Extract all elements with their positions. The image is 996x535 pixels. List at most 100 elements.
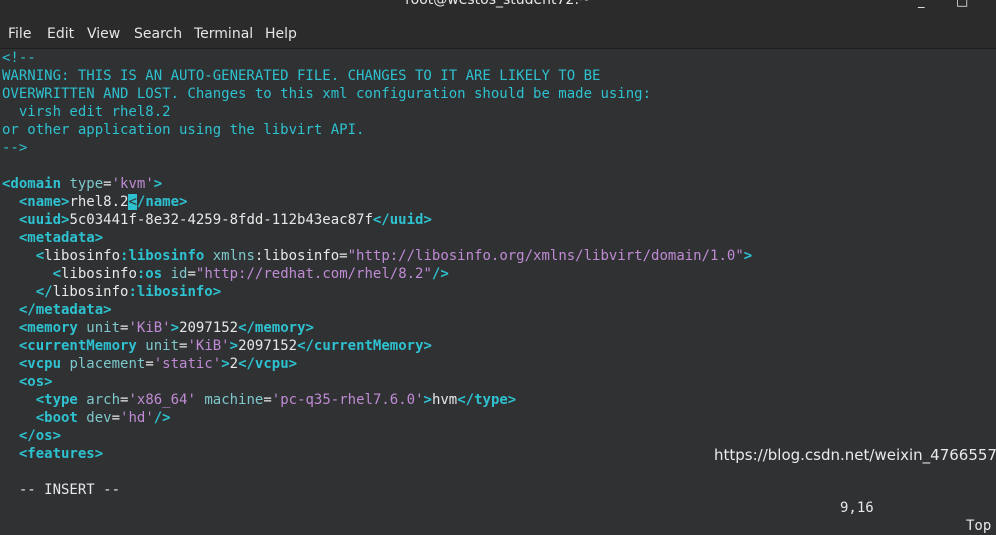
code-token: 2097152 [238, 338, 298, 354]
code-token: 'static' [153, 356, 222, 372]
code-token: arch [77, 392, 121, 408]
code-token: unit [136, 338, 180, 354]
code-token: 'x86_64' [128, 392, 196, 408]
code-token: > [423, 392, 432, 408]
code-token: < [35, 248, 45, 264]
menu-bar: File Edit View Search Terminal Help [0, 12, 996, 49]
code-token: placement [61, 356, 146, 372]
code-token: < [52, 266, 62, 282]
code-token: unit [77, 320, 121, 336]
code-token: </currentMemory> [297, 338, 432, 354]
code-token: = [187, 266, 196, 282]
code-token: 'KiB' [187, 338, 230, 354]
editor-line: <name>rhel8.2</name> [2, 193, 187, 211]
code-token: 'pc-q35-rhel7.6.0' [271, 392, 424, 408]
code-token: :libosinfo> [128, 284, 222, 300]
code-token: /> [431, 266, 449, 282]
editor-line: WARNING: THIS IS AN AUTO-GENERATED FILE.… [2, 67, 600, 85]
status-cursor-position: 9,16 [840, 500, 874, 516]
code-token: <vcpu [18, 356, 62, 372]
watermark: https://blog.csdn.net/weixin_47665572 [714, 446, 996, 464]
code-token: "http://libosinfo.org/xmlns/libvirt/doma… [347, 248, 744, 264]
window-title: root@westos_student72:~ [405, 0, 591, 8]
editor-line: <memory unit='KiB'>2097152</memory> [2, 319, 314, 337]
code-token: <type [35, 392, 78, 408]
code-token: <domain [2, 176, 62, 192]
minimize-button[interactable]: _ [918, 0, 925, 9]
editor-line: --> [2, 139, 27, 157]
editor-line: <libosinfo:libosinfo xmlns:libosinfo="ht… [2, 247, 752, 265]
code-token: libosinfo [52, 284, 129, 300]
maximize-button[interactable]: □ [956, 0, 968, 9]
editor-line: <currentMemory unit='KiB'>2097152</curre… [2, 337, 432, 355]
code-token: "http://redhat.com/rhel/8.2" [195, 266, 432, 282]
code-token: = [263, 392, 272, 408]
editor-line: virsh edit rhel8.2 [2, 103, 171, 121]
editor-line: </metadata> [2, 301, 112, 319]
code-token: 2 [229, 356, 239, 372]
text-cursor: < [128, 194, 137, 210]
editor-line: <type arch='x86_64' machine='pc-q35-rhel… [2, 391, 517, 409]
code-token: xmlns [204, 248, 255, 264]
code-token: :libosinfo [120, 248, 205, 264]
editor-line: <features> [2, 445, 103, 463]
editor-line: </libosinfo:libosinfo> [2, 283, 221, 301]
menu-search[interactable]: Search [134, 12, 182, 48]
code-token: </vcpu> [238, 356, 298, 372]
editor-line: <uuid>5c03441f-8e32-4259-8fdd-112b43eac8… [2, 211, 432, 229]
editor-line: <domain type='kvm'> [2, 175, 162, 193]
editor-line: or other application using the libvirt A… [2, 121, 364, 139]
code-token: virsh edit rhel8.2 [2, 104, 171, 120]
menu-edit[interactable]: Edit [47, 12, 74, 48]
menu-view[interactable]: View [87, 12, 120, 48]
code-token: OVERWRITTEN AND LOST. Changes to this xm… [2, 86, 652, 102]
code-token: <memory [18, 320, 78, 336]
menu-terminal[interactable]: Terminal [194, 12, 253, 48]
menu-file[interactable]: File [8, 12, 31, 48]
code-token: 5c03441f-8e32-4259-8fdd-112b43eac87f [69, 212, 373, 228]
code-token: 'KiB' [128, 320, 171, 336]
code-token: > [229, 338, 239, 354]
code-token: > [743, 248, 753, 264]
status-mode: -- INSERT -- [18, 482, 121, 498]
code-token: machine [195, 392, 264, 408]
code-token: <uuid> [18, 212, 70, 228]
code-token: <!-- [2, 50, 36, 66]
code-token: 'hd' [120, 410, 154, 426]
editor-line: <boot dev='hd'/> [2, 409, 171, 427]
window-titlebar: root@westos_student72:~ _ □ [0, 0, 996, 12]
code-token: = [111, 410, 121, 426]
code-token: libosinfo [44, 248, 121, 264]
code-token: </ [35, 284, 53, 300]
code-token: 'kvm' [111, 176, 154, 192]
code-token: = [103, 176, 112, 192]
status-scroll: Top [966, 518, 992, 534]
editor-line: <libosinfo:os id="http://redhat.com/rhel… [2, 265, 449, 283]
code-token: :libosinfo= [254, 248, 348, 264]
code-token: > [153, 176, 163, 192]
menu-help[interactable]: Help [265, 12, 297, 48]
code-token: or other application using the libvirt A… [2, 122, 365, 138]
terminal-editor[interactable]: <!-- WARNING: THIS IS AN AUTO-GENERATED F… [0, 49, 996, 476]
code-token: </uuid> [372, 212, 432, 228]
code-token: <os> [18, 374, 53, 390]
code-token: WARNING: THIS IS AN AUTO-GENERATED FILE.… [2, 68, 601, 84]
code-token: </memory> [238, 320, 314, 336]
code-token: :os [136, 266, 163, 282]
editor-line: <metadata> [2, 229, 103, 247]
